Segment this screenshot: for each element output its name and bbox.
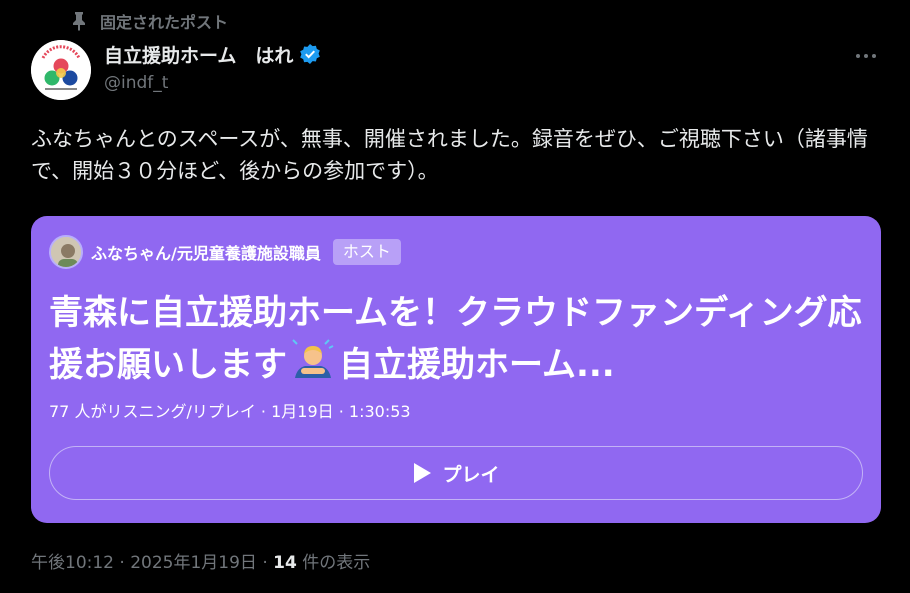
more-options-icon[interactable] — [852, 44, 880, 68]
host-avatar-icon — [51, 237, 81, 267]
play-button-label: プレイ — [442, 463, 500, 486]
play-icon — [412, 462, 432, 484]
host-avatar[interactable] — [49, 235, 83, 269]
author-info: 自立援助ホーム はれ @indf_t — [104, 40, 321, 95]
space-host-row: ふなちゃん/元児童養護施設職員 ホスト — [49, 234, 863, 270]
author-name[interactable]: 自立援助ホーム はれ — [104, 41, 293, 68]
pin-icon — [70, 11, 88, 31]
space-card[interactable]: ふなちゃん/元児童養護施設職員 ホスト 青森に自立援助ホームを！クラウドファンデ… — [31, 216, 881, 523]
views-label: 件の表示 — [296, 553, 371, 573]
pinned-indicator: 固定されたポスト — [70, 9, 228, 33]
pinned-label: 固定されたポスト — [100, 13, 229, 32]
org-logo-icon — [31, 40, 91, 100]
host-name[interactable]: ふなちゃん/元児童養護施設職員 — [91, 240, 321, 264]
space-title-text-2: 自立援助ホーム... — [339, 345, 615, 385]
author-handle[interactable]: @indf_t — [104, 71, 321, 95]
play-button[interactable]: プレイ — [49, 446, 863, 500]
author-avatar[interactable] — [31, 40, 91, 100]
host-badge: ホスト — [332, 239, 401, 265]
views-count: 14 — [273, 553, 297, 573]
space-title: 青森に自立援助ホームを！クラウドファンディング応援お願いします 自立援助ホーム.… — [49, 288, 869, 388]
post-timestamp[interactable]: 午後10:12 · 2025年1月19日 · — [31, 553, 273, 573]
person-bowing-emoji-icon — [291, 338, 335, 382]
post-text: ふなちゃんとのスペースが、無事、開催されました。録音をぜひ、ご視聴下さい（諸事情… — [31, 127, 868, 183]
space-listener-info: 77 人がリスニング/リプレイ · 1月19日 · 1:30:53 — [49, 402, 411, 421]
post-meta: 午後10:12 · 2025年1月19日 · 14 件の表示 — [31, 548, 370, 578]
verified-badge-icon[interactable] — [299, 43, 321, 65]
